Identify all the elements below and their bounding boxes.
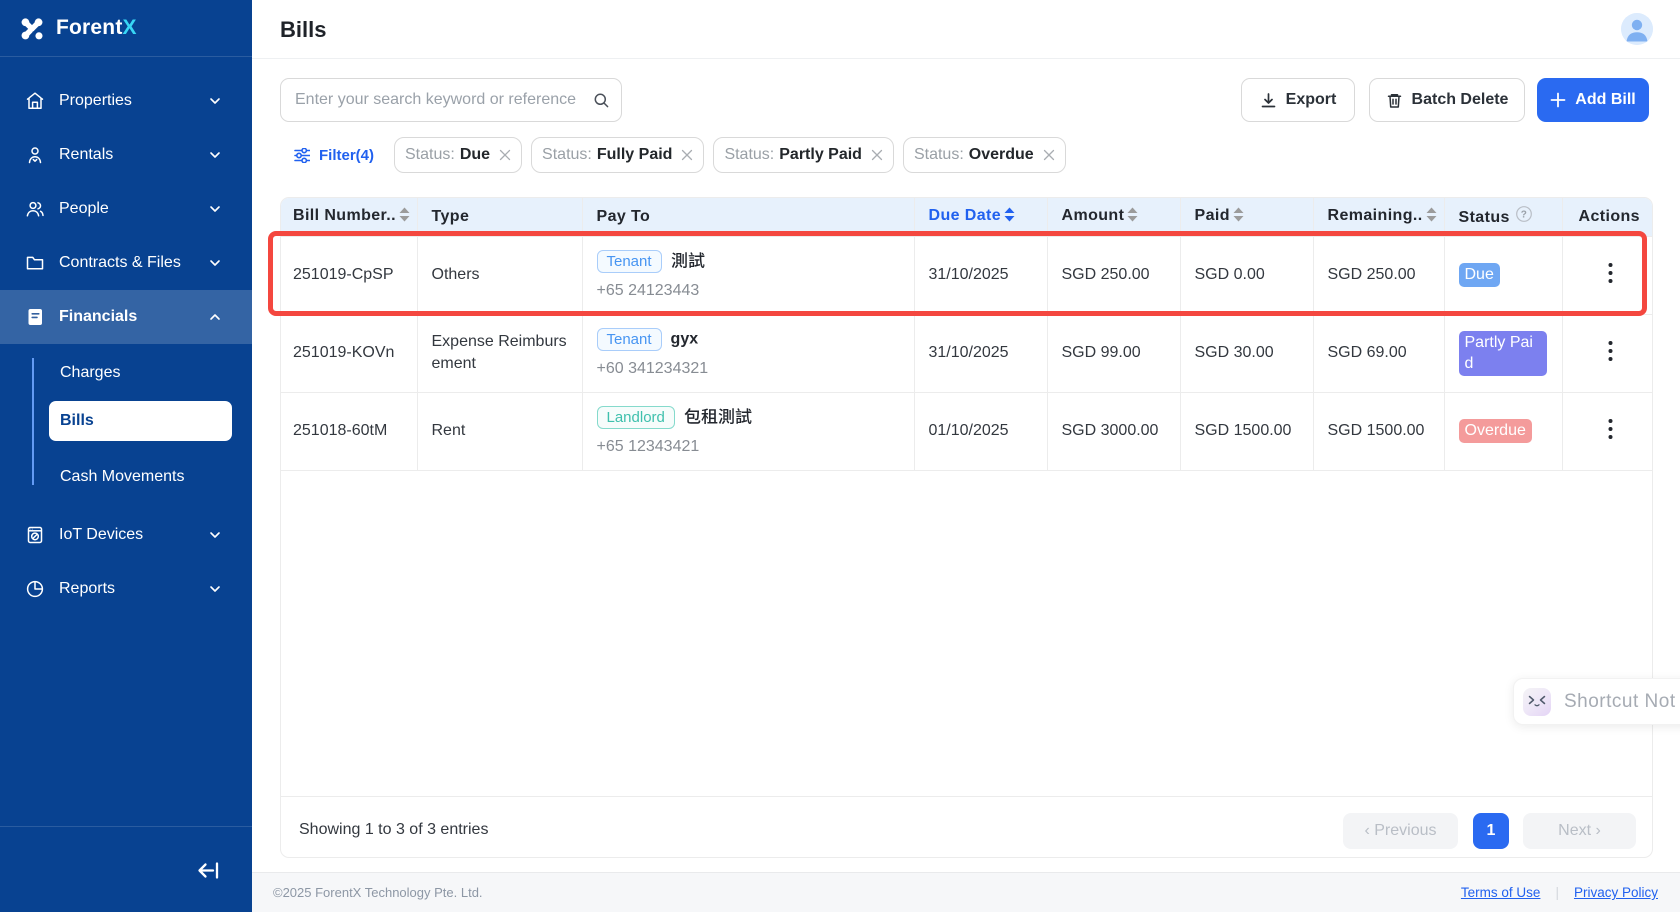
svg-text:?: ?: [1521, 210, 1528, 221]
